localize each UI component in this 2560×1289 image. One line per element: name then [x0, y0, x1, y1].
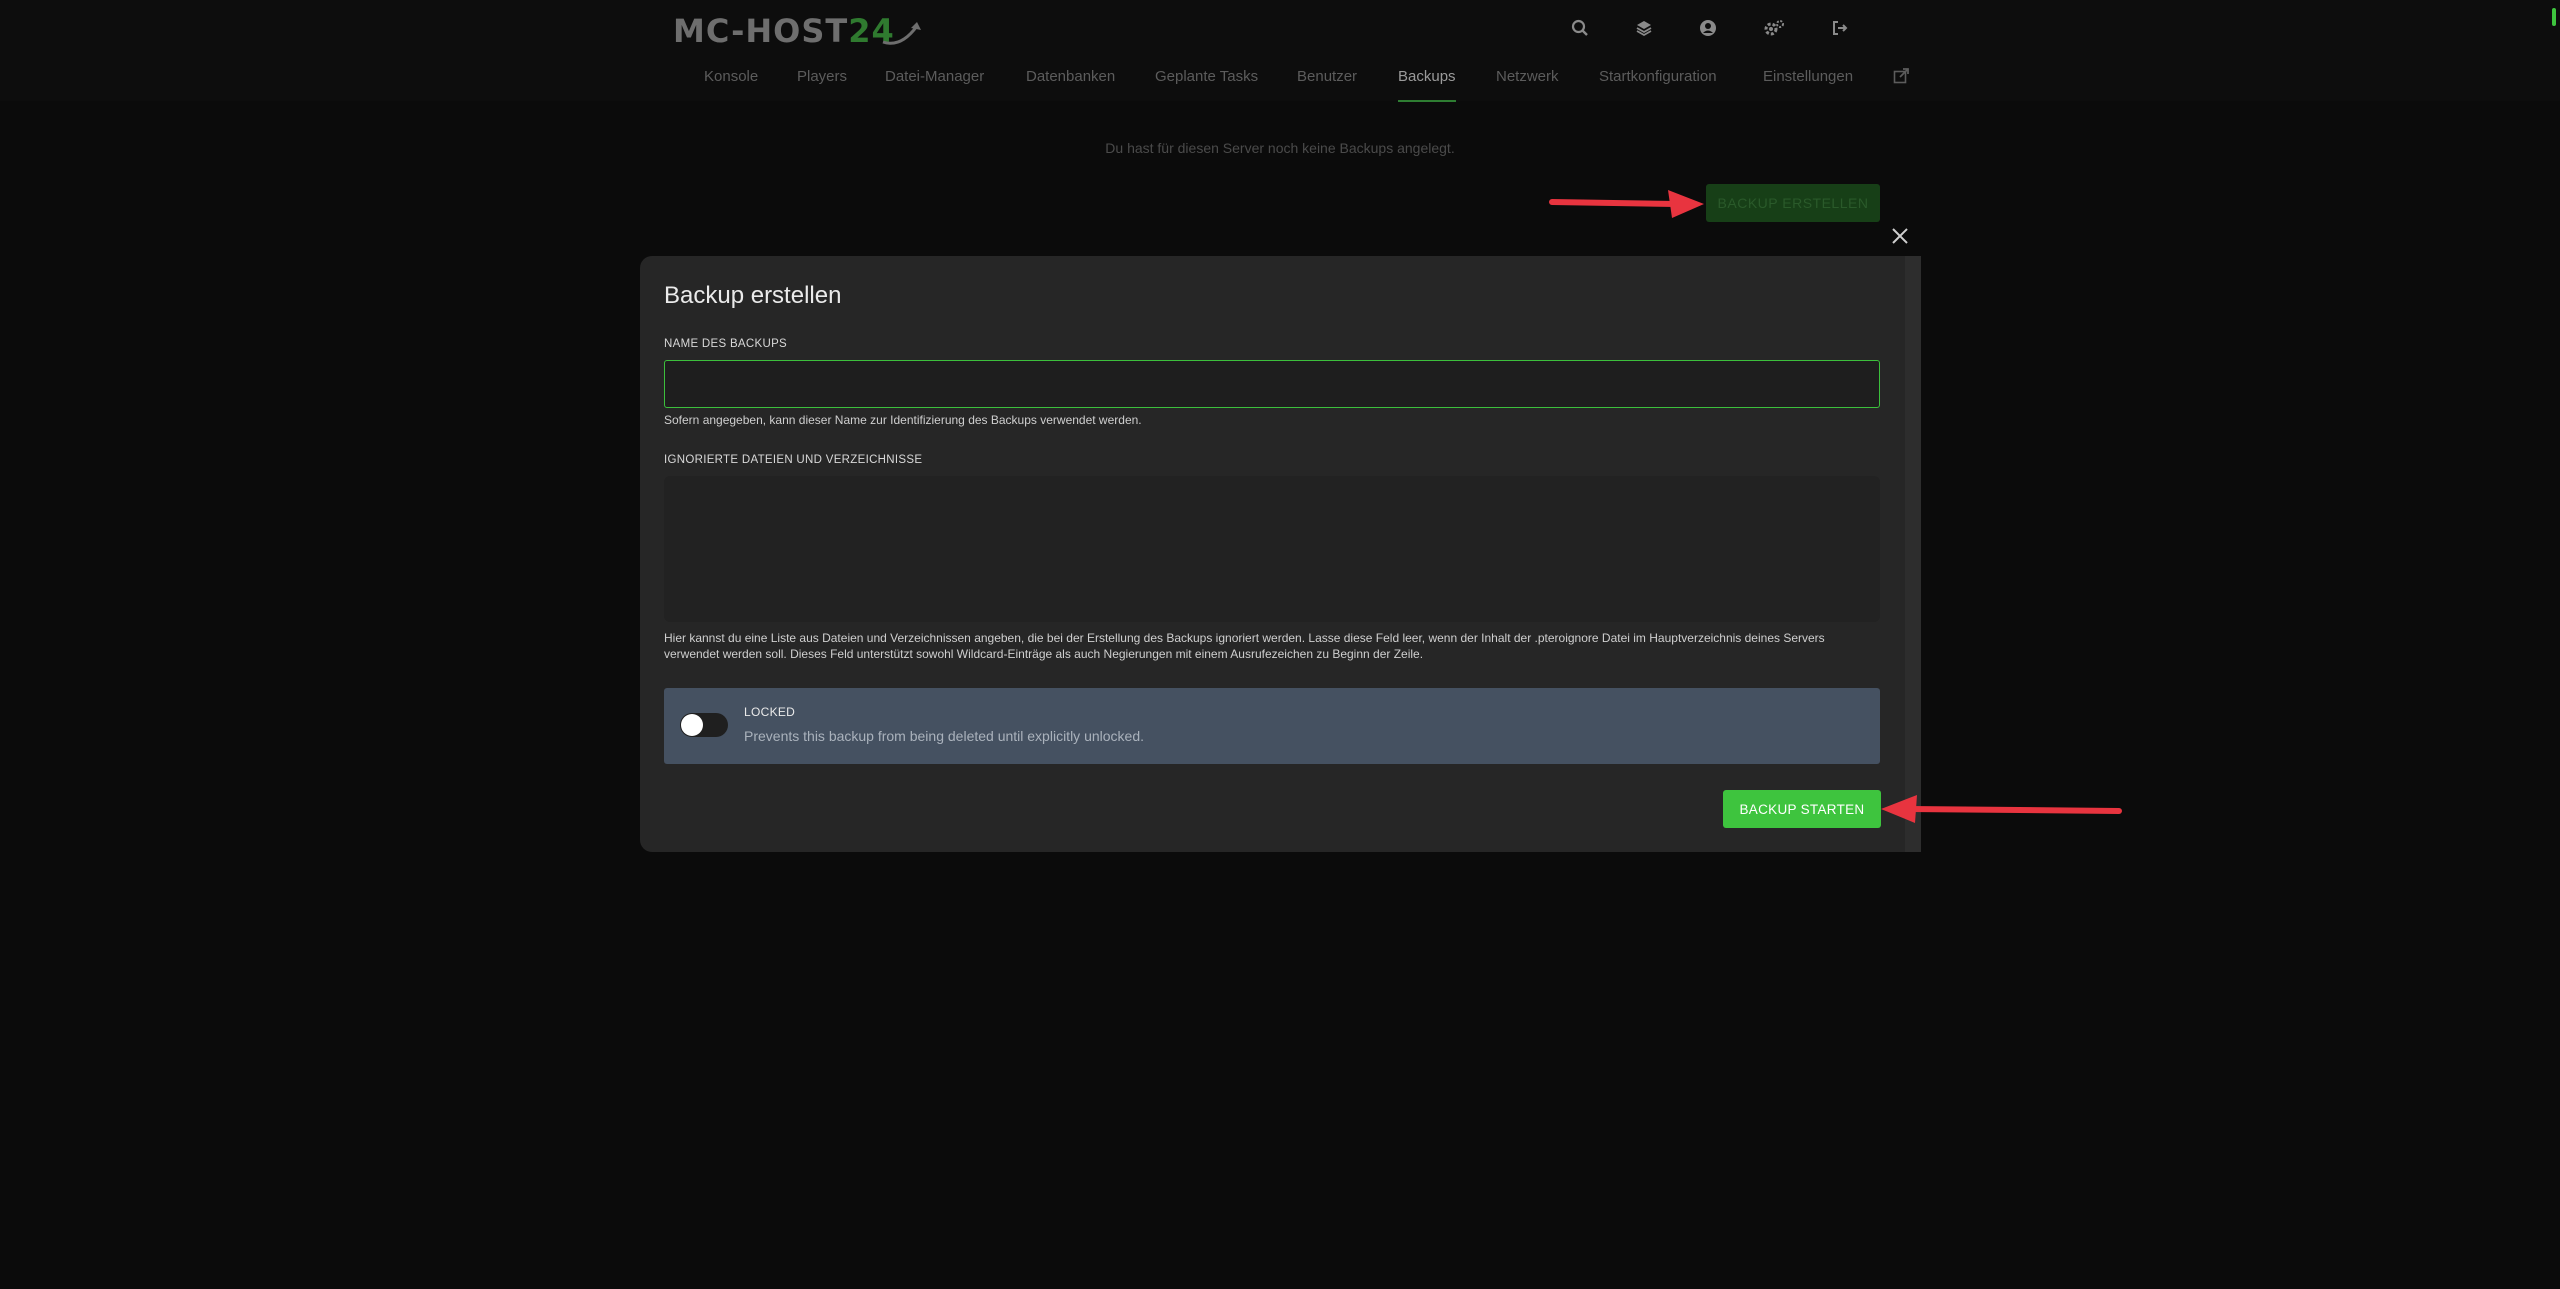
tab-geplante-tasks[interactable]: Geplante Tasks	[1155, 60, 1258, 100]
logout-icon[interactable]	[1826, 14, 1854, 42]
logo-main-text: MC-HOST	[673, 12, 849, 50]
tab-konsole[interactable]: Konsole	[704, 60, 758, 100]
tab-datei-manager[interactable]: Datei-Manager	[885, 60, 984, 100]
backup-modal: Backup erstellen NAME DES BACKUPS Sofern…	[640, 256, 1921, 852]
create-backup-button[interactable]: BACKUP ERSTELLEN	[1706, 184, 1880, 222]
backup-name-hint: Sofern angegeben, kann dieser Name zur I…	[664, 413, 1142, 427]
modal-scrollbar	[1905, 256, 1921, 852]
annotation-arrow-icon-2	[1881, 795, 2122, 823]
user-circle-icon[interactable]	[1694, 14, 1722, 42]
tab-netzwerk[interactable]: Netzwerk	[1496, 60, 1559, 100]
ignored-files-hint: Hier kannst du eine Liste aus Dateien un…	[664, 631, 1825, 661]
backup-name-label: NAME DES BACKUPS	[664, 338, 788, 350]
annotation-arrow-icon	[1549, 190, 1704, 218]
tab-benutzer[interactable]: Benutzer	[1297, 60, 1357, 100]
gears-icon[interactable]	[1760, 14, 1788, 42]
empty-backups-message: Du hast für diesen Server noch keine Bac…	[1105, 140, 1455, 156]
top-bar: MC-HOST 24 Konsole Players Datei-Manager …	[0, 0, 2560, 102]
locked-description: Prevents this backup from being deleted …	[744, 728, 1144, 744]
toggle-knob	[681, 714, 703, 736]
close-icon[interactable]	[1888, 224, 1912, 248]
external-link-icon[interactable]	[1893, 68, 1909, 88]
layers-icon[interactable]	[1630, 14, 1658, 42]
search-icon[interactable]	[1566, 14, 1594, 42]
logo-swoosh-icon	[882, 22, 921, 45]
modal-title: Backup erstellen	[664, 282, 842, 309]
ignored-files-textarea[interactable]	[664, 476, 1880, 622]
locked-label: LOCKED	[744, 705, 796, 719]
tab-players[interactable]: Players	[797, 60, 847, 100]
locked-option-box: LOCKED Prevents this backup from being d…	[664, 688, 1880, 764]
scrollbar-indicator[interactable]	[2552, 8, 2556, 26]
start-backup-button[interactable]: BACKUP STARTEN	[1723, 790, 1881, 828]
locked-toggle[interactable]	[680, 713, 728, 737]
ignored-files-label: IGNORIERTE DATEIEN UND VERZEICHNISSE	[664, 454, 923, 466]
tab-datenbanken[interactable]: Datenbanken	[1026, 60, 1115, 100]
tab-backups[interactable]: Backups	[1398, 60, 1456, 102]
logo[interactable]: MC-HOST 24	[673, 8, 921, 54]
tab-startkonfiguration[interactable]: Startkonfiguration	[1599, 60, 1717, 100]
tab-einstellungen[interactable]: Einstellungen	[1763, 60, 1853, 100]
backup-name-input[interactable]	[664, 360, 1880, 408]
